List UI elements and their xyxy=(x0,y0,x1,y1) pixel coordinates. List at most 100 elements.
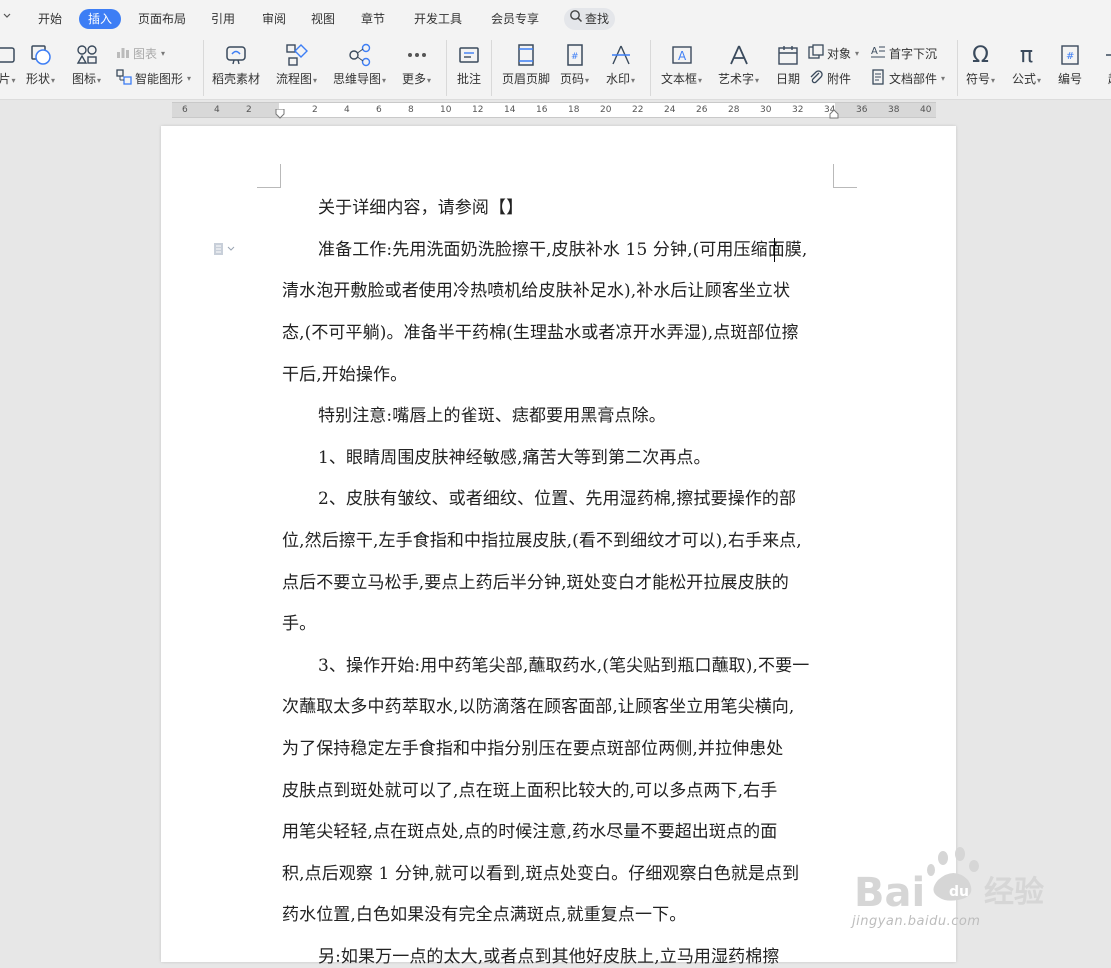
picture-label: 片 xyxy=(0,72,11,86)
doc-line[interactable]: 清水泡开敷脸或者使用冷热喷机给皮肤补足水),补水后让顾客坐立状 xyxy=(282,280,837,302)
chart-button[interactable]: 图表 ▾ xyxy=(116,44,165,62)
menu-bar: 开始 插入 页面布局 引用 审阅 视图 章节 开发工具 会员专享 查找 xyxy=(0,0,1111,36)
symbol-label: 符号 xyxy=(966,72,991,86)
watermark-button[interactable]: 水印▾ xyxy=(606,42,635,88)
icon-button[interactable]: 图标▾ xyxy=(72,42,101,88)
doc-line[interactable]: 1、眼睛周围皮肤神经敏感,痛苦大等到第二次再点。 xyxy=(318,447,873,469)
more-button[interactable]: 更多▾ xyxy=(402,42,431,88)
document-page[interactable]: 关于详细内容，请参阅【】 准备工作:先用洗面奶洗脸擦干,皮肤补水 15 分钟,(… xyxy=(161,126,956,967)
icon-library-icon xyxy=(74,42,100,68)
tab-references[interactable]: 引用 xyxy=(211,9,235,29)
doc-parts-button[interactable]: 文档部件 ▾ xyxy=(870,68,945,88)
pi-formula-icon: π xyxy=(1019,42,1034,68)
symbol-button[interactable]: Ω 符号▾ xyxy=(966,42,995,88)
doc-line[interactable]: 手。 xyxy=(282,613,837,635)
search-label: 查找 xyxy=(585,12,610,26)
comment-button[interactable]: 批注 xyxy=(456,42,482,86)
header-footer-button[interactable]: 页眉页脚 xyxy=(502,42,550,86)
smart-art-button[interactable]: 智能图形 ▾ xyxy=(116,68,191,88)
wordart-label: 艺术字 xyxy=(718,72,755,86)
flowchart-icon xyxy=(284,42,310,68)
comment-label: 批注 xyxy=(456,72,481,86)
mindmap-button[interactable]: 思维导图▾ xyxy=(333,42,386,88)
tab-review[interactable]: 审阅 xyxy=(262,9,286,29)
mindmap-icon xyxy=(347,42,373,68)
flowchart-label: 流程图 xyxy=(276,72,313,86)
svg-text:#: # xyxy=(571,52,579,62)
left-indent-marker-icon[interactable] xyxy=(275,109,285,119)
collapse-menu-chevron-icon[interactable] xyxy=(2,11,16,25)
attachment-button[interactable]: 附件 xyxy=(808,69,851,87)
hyperlink-icon xyxy=(1101,42,1111,68)
smart-art-icon xyxy=(116,68,132,88)
doc-line[interactable]: 点后不要立马松手,要点上药后半分钟,斑处变白才能松开拉展皮肤的 xyxy=(282,572,837,594)
doc-line[interactable]: 关于详细内容，请参阅【】 xyxy=(318,197,873,219)
tab-page-layout[interactable]: 页面布局 xyxy=(138,9,186,29)
doc-line[interactable]: 药水位置,白色如果没有完全点满斑点,就重复点一下。 xyxy=(282,904,837,926)
search-button[interactable]: 查找 xyxy=(564,8,616,30)
numbering-button[interactable]: # 编号 xyxy=(1057,42,1083,86)
doc-line[interactable]: 皮肤点到斑处就可以了,点在斑上面积比较大的,可以多点两下,右手 xyxy=(282,780,837,802)
dropcap-button[interactable]: A 首字下沉 xyxy=(870,44,937,62)
shape-label: 形状 xyxy=(26,72,51,86)
doc-line[interactable]: 态,(不可平躺)。准备半干药棉(生理盐水或者凉开水弄湿),点斑部位擦 xyxy=(282,322,837,344)
chart-icon xyxy=(116,45,130,62)
doc-line[interactable]: 另:如果万一点的太大,或者点到其他好皮肤上,立马用湿药棉擦 xyxy=(318,946,873,968)
doc-parts-icon xyxy=(870,68,886,88)
watermark-icon xyxy=(608,42,634,68)
doc-line[interactable]: 为了保持稳定左手食指和中指分别压在要点斑部位两侧,并拉伸患处 xyxy=(282,738,837,760)
docer-materials-button[interactable]: 稻壳素材 xyxy=(212,42,260,86)
tab-member[interactable]: 会员专享 xyxy=(491,9,539,29)
materials-icon xyxy=(223,42,249,68)
ruler-tick-label: 2 xyxy=(246,105,252,115)
ribbon-divider xyxy=(491,40,492,96)
doc-line[interactable]: 特别注意:嘴唇上的雀斑、痣都要用黑膏点除。 xyxy=(318,405,873,427)
materials-label: 稻壳素材 xyxy=(212,72,261,86)
textbox-button[interactable]: A 文本框▾ xyxy=(661,42,702,88)
object-label: 对象 xyxy=(827,46,852,61)
doc-line[interactable]: 用笔尖轻轻,点在斑点处,点的时候注意,药水尽量不要超出斑点的面 xyxy=(282,821,837,843)
doc-line[interactable]: 3、操作开始:用中药笔尖部,蘸取药水,(笔尖贴到瓶口蘸取),不要一 xyxy=(318,655,873,677)
doc-line[interactable]: 准备工作:先用洗面奶洗脸擦干,皮肤补水 15 分钟,(可用压缩面膜, xyxy=(318,239,873,261)
ruler-tick-label: 10 xyxy=(440,105,452,115)
ruler-tick-label: 12 xyxy=(472,105,484,115)
picture-icon xyxy=(0,42,20,68)
doc-line[interactable]: 积,点后观察 1 分钟,就可以看到,斑点处变白。仔细观察白色就是点到 xyxy=(282,863,837,885)
doc-line[interactable]: 2、皮肤有皱纹、或者细纹、位置、先用湿药棉,擦拭要操作的部 xyxy=(318,488,873,510)
formula-button[interactable]: π 公式▾ xyxy=(1012,42,1041,88)
tab-chapter[interactable]: 章节 xyxy=(361,9,385,29)
wordart-icon xyxy=(726,42,752,68)
ruler-tick-label: 22 xyxy=(632,105,644,115)
margin-corner-top-right xyxy=(833,164,857,188)
tab-view[interactable]: 视图 xyxy=(311,9,335,29)
hyperlink-button[interactable]: 超 xyxy=(1101,42,1111,86)
ruler-tick-label: 28 xyxy=(728,105,740,115)
object-button[interactable]: 对象 ▾ xyxy=(808,43,859,62)
horizontal-ruler[interactable]: 6 4 2 2 4 6 8 10 12 14 16 18 20 22 24 26 28 30 32 34 36 38 40 xyxy=(172,102,936,119)
ruler-tick-label: 8 xyxy=(408,105,414,115)
wordart-button[interactable]: 艺术字▾ xyxy=(718,42,759,88)
tab-home[interactable]: 开始 xyxy=(38,9,62,29)
more-dots-icon xyxy=(404,42,430,68)
search-icon xyxy=(569,8,583,30)
right-indent-marker-icon[interactable] xyxy=(829,109,839,119)
doc-line[interactable]: 位,然后擦干,左手食指和中指拉展皮肤,(看不到细纹才可以),右手来点, xyxy=(282,530,837,552)
date-button[interactable]: 日期 xyxy=(775,42,801,86)
ruler-tick-label: 6 xyxy=(376,105,382,115)
shape-button[interactable]: 形状▾ xyxy=(26,42,55,88)
picture-button[interactable]: 片▾ xyxy=(0,42,20,88)
paragraph-handle-icon[interactable] xyxy=(213,242,237,259)
page-number-button[interactable]: # 页码▾ xyxy=(560,42,589,88)
comment-icon xyxy=(456,42,482,68)
tab-insert[interactable]: 插入 xyxy=(79,9,122,29)
doc-line[interactable]: 干后,开始操作。 xyxy=(282,364,837,386)
doc-line[interactable]: 次蘸取太多中药萃取水,以防滴落在顾客面部,让顾客坐立用笔尖横向, xyxy=(282,696,837,718)
ribbon-divider xyxy=(957,40,958,96)
page-number-label: 页码 xyxy=(560,72,585,86)
header-footer-icon xyxy=(513,42,539,68)
flowchart-button[interactable]: 流程图▾ xyxy=(276,42,317,88)
more-label: 更多 xyxy=(402,72,427,86)
ruler-tick-label: 14 xyxy=(504,105,516,115)
ribbon-divider xyxy=(203,40,204,96)
tab-developer[interactable]: 开发工具 xyxy=(414,9,462,29)
